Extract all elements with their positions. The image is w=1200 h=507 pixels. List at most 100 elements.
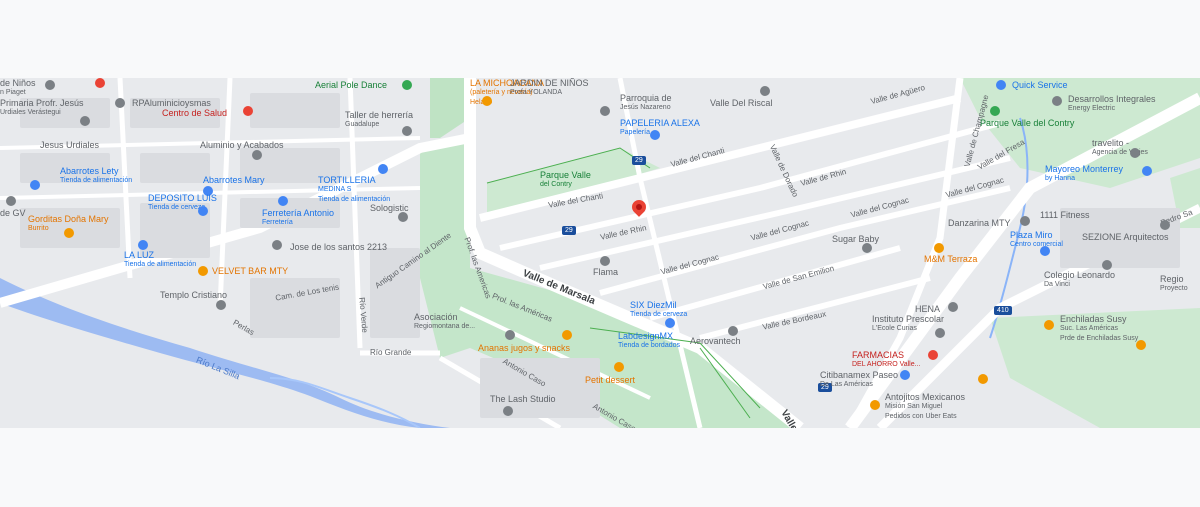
park-icon[interactable] [990, 106, 1000, 116]
poi-label[interactable]: RPAluminicioysmas [132, 98, 211, 108]
poi-label[interactable]: Regio Proyecto [1160, 274, 1188, 294]
place-pin-icon[interactable] [1160, 220, 1170, 230]
restaurant-icon[interactable] [1136, 340, 1146, 350]
poi-label[interactable]: Mayoreo Monterrey by Hanna [1045, 164, 1123, 184]
poi-label[interactable]: Aerovantech [690, 336, 741, 346]
poi-label[interactable]: Jesus Urdiales [40, 140, 99, 150]
school-icon[interactable] [935, 328, 945, 338]
shop-icon[interactable] [1142, 166, 1152, 176]
poi-label[interactable]: LA LUZ Tienda de alimentación [124, 250, 196, 270]
poi-label[interactable]: Valle Del Riscal [710, 98, 772, 108]
dance-icon[interactable] [402, 80, 412, 90]
place-pin-icon[interactable] [760, 86, 770, 96]
poi-label[interactable]: Antojitos Mexicanos Misión San Miguel Pedi… [885, 392, 965, 422]
bank-icon[interactable] [900, 370, 910, 380]
poi-label[interactable]: Quick Service [1012, 80, 1068, 90]
poi-label[interactable]: VELVET BAR MTY [212, 266, 288, 276]
poi-label[interactable]: Asociación Regiomontana de... [414, 312, 475, 332]
bottom-band [0, 428, 1200, 507]
school-icon[interactable] [1102, 260, 1112, 270]
restaurant-icon[interactable] [562, 330, 572, 340]
poi-label[interactable]: JARDIN DE NIÑOS Profa YOLANDA [510, 78, 589, 98]
shop-icon[interactable] [996, 80, 1006, 90]
icecream-icon[interactable] [482, 96, 492, 106]
poi-label[interactable]: Abarrotes Lety Tienda de alimentación [60, 166, 132, 186]
place-pin-icon[interactable] [252, 150, 262, 160]
poi-label[interactable]: de Niños n Piaget [0, 78, 36, 98]
poi-label[interactable]: The Lash Studio [490, 394, 556, 404]
restaurant-icon[interactable] [1044, 320, 1054, 330]
shop-icon[interactable] [378, 164, 388, 174]
poi-label[interactable]: Templo Cristiano [160, 290, 227, 300]
poi-label[interactable]: Ananas jugos y snacks [478, 343, 570, 353]
place-pin-icon[interactable] [80, 116, 90, 126]
poi-label[interactable]: 1111 Fitness [1040, 210, 1090, 220]
shop-icon[interactable] [138, 240, 148, 250]
poi-label[interactable]: SEZIONE Arquitectos [1082, 232, 1169, 242]
poi-label[interactable]: Danzarina MTY [948, 218, 1011, 228]
beer-icon[interactable] [665, 318, 675, 328]
school-icon[interactable] [600, 106, 610, 116]
poi-label[interactable]: TORTILLERIA MEDINA S Tienda de alimentació… [318, 175, 390, 205]
poi-label[interactable]: Ferretería Antonio Ferretería [262, 208, 334, 228]
poi-label[interactable]: Petit dessert [585, 375, 635, 385]
route-shield: 29 [562, 226, 576, 235]
place-pin-icon[interactable] [1130, 148, 1140, 158]
hardware-icon[interactable] [278, 196, 288, 206]
place-pin-icon[interactable] [728, 326, 738, 336]
poi-label[interactable]: SIX DiezMil Tienda de cerveza [630, 300, 687, 320]
poi-label[interactable]: Flama [593, 267, 618, 277]
place-pin-icon[interactable] [1052, 96, 1062, 106]
poi-label[interactable]: de GV [0, 208, 26, 218]
place-pin-icon[interactable] [402, 126, 412, 136]
place-pin-icon[interactable] [6, 196, 16, 206]
restaurant-icon[interactable] [934, 243, 944, 253]
place-pin-icon[interactable] [272, 240, 282, 250]
poi-label[interactable]: FARMACIAS DEL AHORRO Valle... [852, 350, 920, 370]
place-pin-icon[interactable] [862, 243, 872, 253]
top-band [0, 0, 1200, 78]
poi-label[interactable]: Parroquia de Jesús Nazareno [620, 93, 672, 113]
poi-label[interactable]: Parque Valle del Contry [540, 170, 591, 190]
poi-label[interactable]: Colegio Leonardo Da Vinci [1044, 270, 1115, 290]
map-canvas[interactable]: 29 29 29 410 Valle de Marsala Valle del … [0, 78, 1200, 428]
poi-label[interactable]: LabdesignMX Tienda de bordados [618, 331, 680, 351]
poi-label[interactable]: Desarrollos Integrales Energy Electric [1068, 94, 1156, 114]
poi-label[interactable]: Parque Valle del Contry [980, 118, 1074, 128]
poi-label[interactable]: Jose de los santos 2213 [290, 242, 387, 252]
restaurant-icon[interactable] [870, 400, 880, 410]
pharmacy-icon[interactable] [928, 350, 938, 360]
mall-icon[interactable] [1040, 246, 1050, 256]
poi-label[interactable]: HENA [915, 304, 940, 314]
bar-icon[interactable] [198, 266, 208, 276]
place-pin-icon[interactable] [115, 98, 125, 108]
poi-label[interactable]: Primaria Profr. Jesús Urdiales Verástegui [0, 98, 84, 118]
poi-label[interactable]: Instituto Prescolar L'Ecole Curias [872, 314, 944, 334]
poi-label[interactable]: Sugar Baby [832, 234, 879, 244]
poi-label[interactable]: Aerial Pole Dance [315, 80, 387, 90]
place-pin-icon[interactable] [398, 212, 408, 222]
hospital-icon[interactable] [95, 78, 105, 88]
poi-label[interactable]: Citibanamex Paseo De Las Américas [820, 370, 898, 390]
restaurant-icon[interactable] [64, 228, 74, 238]
shop-icon[interactable] [30, 180, 40, 190]
restaurant-icon[interactable] [978, 374, 988, 384]
poi-label[interactable]: Centro de Salud [162, 108, 227, 118]
shop-icon[interactable] [650, 130, 660, 140]
beer-icon[interactable] [198, 206, 208, 216]
poi-label[interactable]: Abarrotes Mary [203, 175, 265, 185]
street-label: Río Grande [370, 348, 412, 357]
dessert-icon[interactable] [614, 362, 624, 372]
poi-label[interactable]: M&M Terraza [924, 254, 977, 264]
church-icon[interactable] [216, 300, 226, 310]
place-pin-icon[interactable] [503, 406, 513, 416]
place-pin-icon[interactable] [505, 330, 515, 340]
poi-label[interactable]: Aluminio y Acabados [200, 140, 284, 150]
poi-label[interactable]: Enchiladas Susy Suc. Las Américas Prde de … [1060, 314, 1138, 344]
place-pin-icon[interactable] [45, 80, 55, 90]
place-pin-icon[interactable] [600, 256, 610, 266]
gym-icon[interactable] [1020, 216, 1030, 226]
hospital-icon[interactable] [243, 106, 253, 116]
place-pin-icon[interactable] [948, 302, 958, 312]
poi-label[interactable]: Plaza Miro Centro comercial [1010, 230, 1063, 250]
